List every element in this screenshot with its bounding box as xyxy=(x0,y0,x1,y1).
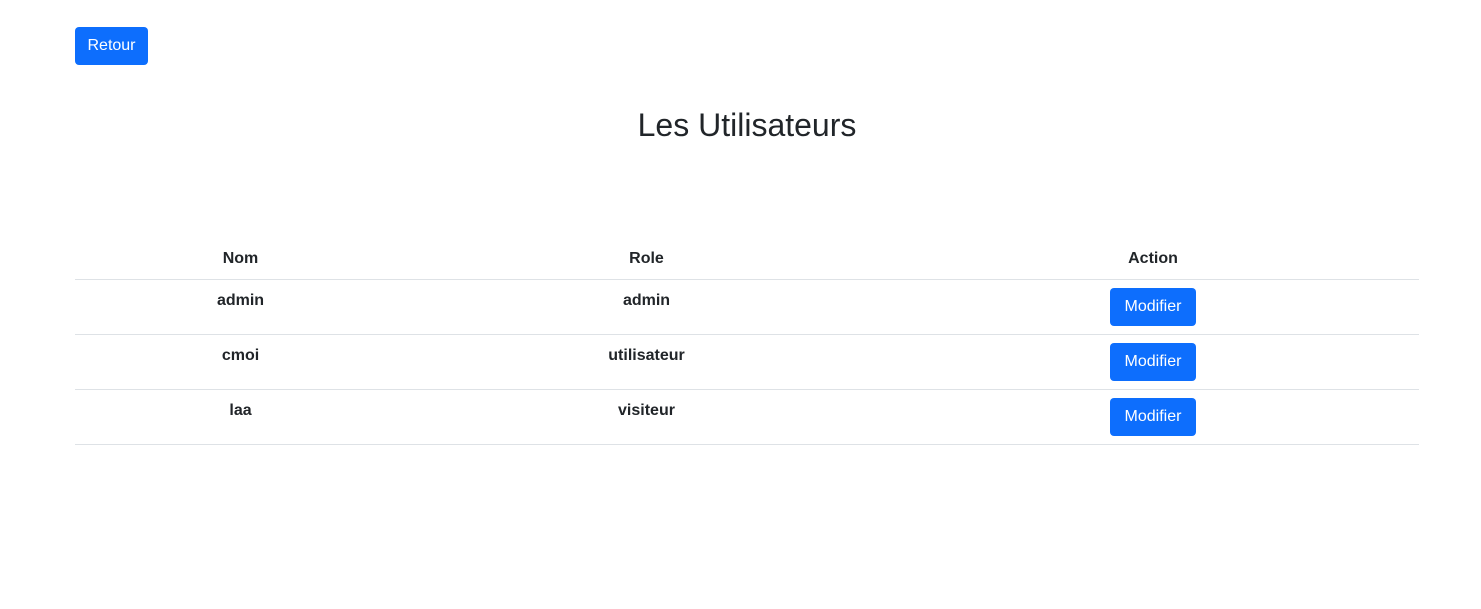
table-row: cmoi utilisateur Modifier xyxy=(75,334,1419,390)
table-row: admin admin Modifier xyxy=(75,279,1419,335)
user-name-cell: cmoi xyxy=(75,334,406,390)
column-header-name: Nom xyxy=(75,240,406,280)
table-body: admin admin Modifier cmoi utilisateur Mo… xyxy=(75,279,1419,445)
user-role-cell: admin xyxy=(406,279,887,335)
page-title: Les Utilisateurs xyxy=(637,107,857,143)
modify-user-button[interactable]: Modifier xyxy=(1110,287,1196,326)
modify-user-button[interactable]: Modifier xyxy=(1110,397,1196,436)
users-table: Nom Role Action admin admin Modifier cmo… xyxy=(75,240,1419,445)
user-name-cell: admin xyxy=(75,279,406,335)
back-button[interactable]: Retour xyxy=(75,27,148,65)
table-row: laa visiteur Modifier xyxy=(75,389,1419,445)
modify-user-button[interactable]: Modifier xyxy=(1110,342,1196,381)
user-name-cell: laa xyxy=(75,389,406,445)
table-header: Nom Role Action xyxy=(75,240,1419,280)
column-header-role: Role xyxy=(406,240,887,280)
user-action-cell: Modifier xyxy=(887,389,1419,445)
user-action-cell: Modifier xyxy=(887,279,1419,335)
user-role-cell: visiteur xyxy=(406,389,887,445)
column-header-action: Action xyxy=(887,240,1419,280)
user-role-cell: utilisateur xyxy=(406,334,887,390)
table-header-row: Nom Role Action xyxy=(75,240,1419,280)
user-action-cell: Modifier xyxy=(887,334,1419,390)
